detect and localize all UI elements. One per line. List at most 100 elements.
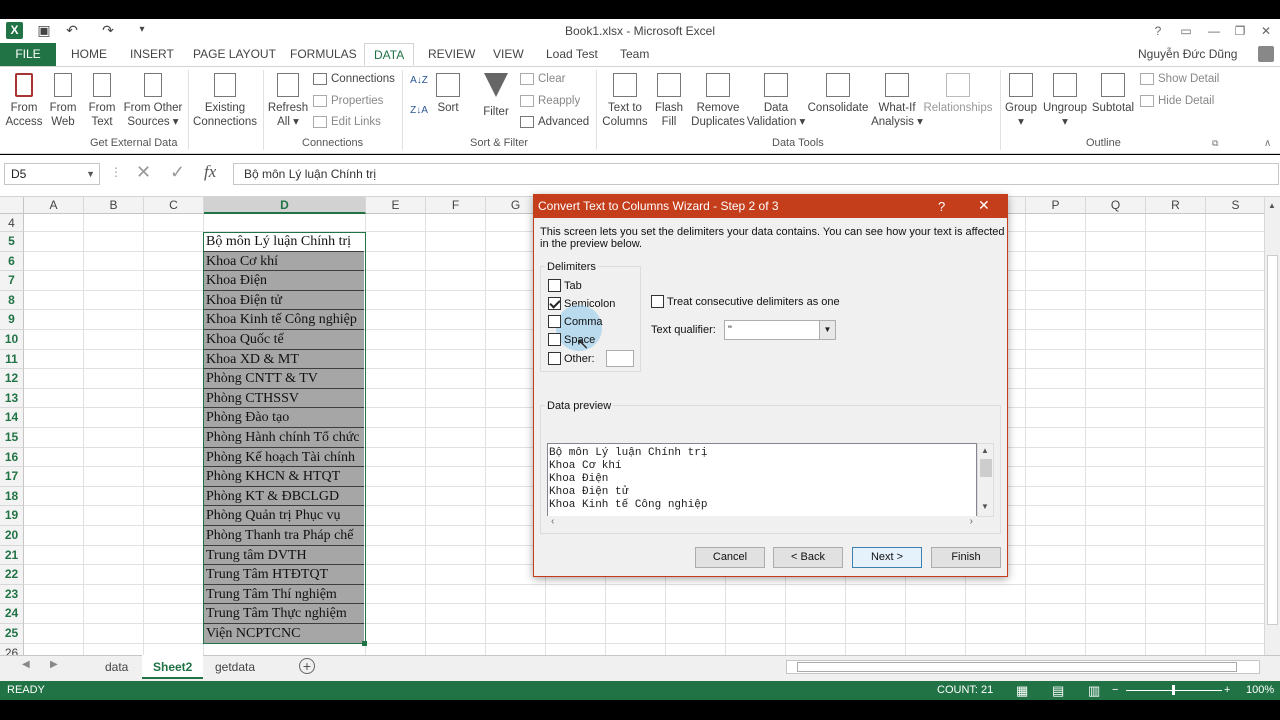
- prev-sheet-icon[interactable]: ◀: [22, 659, 30, 670]
- sort-button[interactable]: Sort: [432, 73, 464, 115]
- tab-page-layout[interactable]: PAGE LAYOUT: [184, 43, 285, 66]
- chevron-down-icon[interactable]: ▼: [86, 164, 95, 184]
- tab-checkbox[interactable]: [548, 279, 561, 292]
- user-name[interactable]: Nguyễn Đức Dũng: [1138, 43, 1237, 66]
- properties-button[interactable]: Properties: [313, 92, 383, 110]
- finish-button[interactable]: Finish: [931, 547, 1001, 568]
- clear-button[interactable]: Clear: [520, 70, 565, 88]
- column-header-r[interactable]: R: [1146, 197, 1206, 214]
- column-header-q[interactable]: Q: [1086, 197, 1146, 214]
- tab-load-test[interactable]: Load Test: [537, 43, 607, 66]
- edit-links-button[interactable]: Edit Links: [313, 113, 381, 131]
- dialog-launcher-icon[interactable]: ⧉: [1212, 138, 1218, 149]
- formula-input[interactable]: Bộ môn Lý luận Chính trị: [233, 163, 1279, 185]
- tab-checkbox-label[interactable]: Tab: [564, 280, 582, 292]
- what-if-analysis-button[interactable]: What-If Analysis ▾: [870, 73, 924, 129]
- ungroup-button[interactable]: Ungroup ▾: [1040, 73, 1090, 129]
- row-header-7[interactable]: 7: [0, 271, 24, 291]
- scroll-up-icon[interactable]: ▲: [981, 446, 989, 455]
- row-header-14[interactable]: 14: [0, 408, 24, 428]
- subtotal-button[interactable]: Subtotal: [1090, 73, 1136, 115]
- from-web-button[interactable]: From Web: [44, 73, 82, 129]
- row-header-16[interactable]: 16: [0, 447, 24, 468]
- help-icon[interactable]: ?: [1144, 22, 1172, 40]
- tab-view[interactable]: VIEW: [484, 43, 533, 66]
- tab-home[interactable]: HOME: [62, 43, 116, 66]
- comma-checkbox-label[interactable]: Comma: [564, 316, 603, 328]
- filter-button[interactable]: Filter: [478, 73, 514, 119]
- sort-az-icon[interactable]: A↓Z: [408, 74, 430, 88]
- zoom-in-icon[interactable]: +: [1224, 681, 1230, 700]
- back-button[interactable]: < Back: [773, 547, 843, 568]
- other-checkbox[interactable]: [548, 352, 561, 365]
- restore-icon[interactable]: ❐: [1226, 22, 1254, 40]
- other-checkbox-label[interactable]: Other:: [564, 353, 595, 365]
- minimize-icon[interactable]: —: [1200, 22, 1228, 40]
- relationships-button[interactable]: Relationships: [922, 73, 994, 115]
- text-to-columns-button[interactable]: Text to Columns: [600, 73, 650, 129]
- row-header-20[interactable]: 20: [0, 526, 24, 546]
- refresh-all-button[interactable]: Refresh All ▾: [266, 73, 310, 129]
- group-button[interactable]: Group ▾: [1002, 73, 1040, 129]
- data-preview-box[interactable]: Bộ môn Lý luận Chính trị Khoa Cơ khí Khoa …: [547, 443, 977, 517]
- tab-insert[interactable]: INSERT: [121, 43, 183, 66]
- h-scroll-thumb[interactable]: [797, 662, 1237, 672]
- hide-detail-button[interactable]: Hide Detail: [1140, 92, 1214, 110]
- space-checkbox[interactable]: [548, 333, 561, 346]
- treat-consecutive-checkbox[interactable]: [651, 295, 664, 308]
- column-header-d[interactable]: D: [204, 197, 366, 214]
- horizontal-scrollbar[interactable]: [786, 660, 1260, 674]
- from-access-button[interactable]: From Access: [4, 73, 44, 129]
- semicolon-checkbox[interactable]: [548, 297, 561, 310]
- show-detail-button[interactable]: Show Detail: [1140, 70, 1219, 88]
- row-header-18[interactable]: 18: [0, 486, 24, 507]
- text-qualifier-select[interactable]: " ▼: [724, 320, 836, 340]
- existing-connections-button[interactable]: Existing Connections: [192, 73, 258, 129]
- sort-za-icon[interactable]: Z↓A: [408, 104, 430, 118]
- normal-view-icon[interactable]: ▦: [1016, 681, 1028, 700]
- scroll-right-icon[interactable]: ›: [970, 516, 973, 527]
- column-header-p[interactable]: P: [1026, 197, 1086, 214]
- tab-review[interactable]: REVIEW: [419, 43, 484, 66]
- tab-formulas[interactable]: FORMULAS: [281, 43, 366, 66]
- row-header-12[interactable]: 12: [0, 369, 24, 389]
- from-text-button[interactable]: From Text: [84, 73, 120, 129]
- advanced-button[interactable]: Advanced: [520, 113, 589, 131]
- row-header-21[interactable]: 21: [0, 545, 24, 566]
- dialog-help-icon[interactable]: ?: [938, 199, 945, 214]
- cancel-button[interactable]: Cancel: [695, 547, 765, 568]
- row-header-11[interactable]: 11: [0, 349, 24, 370]
- row-header-13[interactable]: 13: [0, 388, 24, 409]
- row-header-6[interactable]: 6: [0, 251, 24, 272]
- row-header-10[interactable]: 10: [0, 330, 24, 350]
- fill-handle[interactable]: [362, 641, 367, 646]
- sheet-tab-data[interactable]: data: [94, 655, 139, 679]
- scroll-left-icon[interactable]: ‹: [551, 516, 554, 527]
- zoom-level[interactable]: 100%: [1246, 681, 1274, 700]
- column-header-s[interactable]: S: [1206, 197, 1266, 214]
- next-button[interactable]: Next >: [852, 547, 922, 568]
- preview-horizontal-scrollbar[interactable]: ‹ ›: [547, 516, 977, 530]
- next-sheet-icon[interactable]: ▶: [50, 659, 58, 670]
- reapply-button[interactable]: Reapply: [520, 92, 580, 110]
- row-header-9[interactable]: 9: [0, 310, 24, 330]
- collapse-ribbon-icon[interactable]: ∧: [1264, 138, 1271, 149]
- connections-button[interactable]: Connections: [313, 70, 395, 88]
- flash-fill-button[interactable]: Flash Fill: [652, 73, 686, 129]
- zoom-slider-thumb[interactable]: [1172, 685, 1175, 695]
- avatar[interactable]: [1258, 46, 1274, 62]
- name-box[interactable]: D5 ▼: [4, 163, 100, 185]
- other-delimiter-input[interactable]: [606, 350, 634, 367]
- column-header-f[interactable]: F: [426, 197, 486, 214]
- chevron-down-icon[interactable]: ▼: [819, 321, 835, 339]
- tab-team[interactable]: Team: [611, 43, 658, 66]
- scroll-thumb[interactable]: [1267, 255, 1278, 625]
- page-break-view-icon[interactable]: ▥: [1088, 681, 1100, 700]
- zoom-out-icon[interactable]: −: [1112, 681, 1118, 700]
- row-header-5[interactable]: 5: [0, 232, 24, 252]
- tab-data[interactable]: DATA: [364, 43, 415, 66]
- row-header-4[interactable]: 4: [0, 214, 24, 232]
- treat-consecutive-label[interactable]: Treat consecutive delimiters as one: [667, 296, 840, 308]
- add-sheet-icon[interactable]: +: [299, 658, 315, 674]
- data-validation-button[interactable]: Data Validation ▾: [746, 73, 806, 129]
